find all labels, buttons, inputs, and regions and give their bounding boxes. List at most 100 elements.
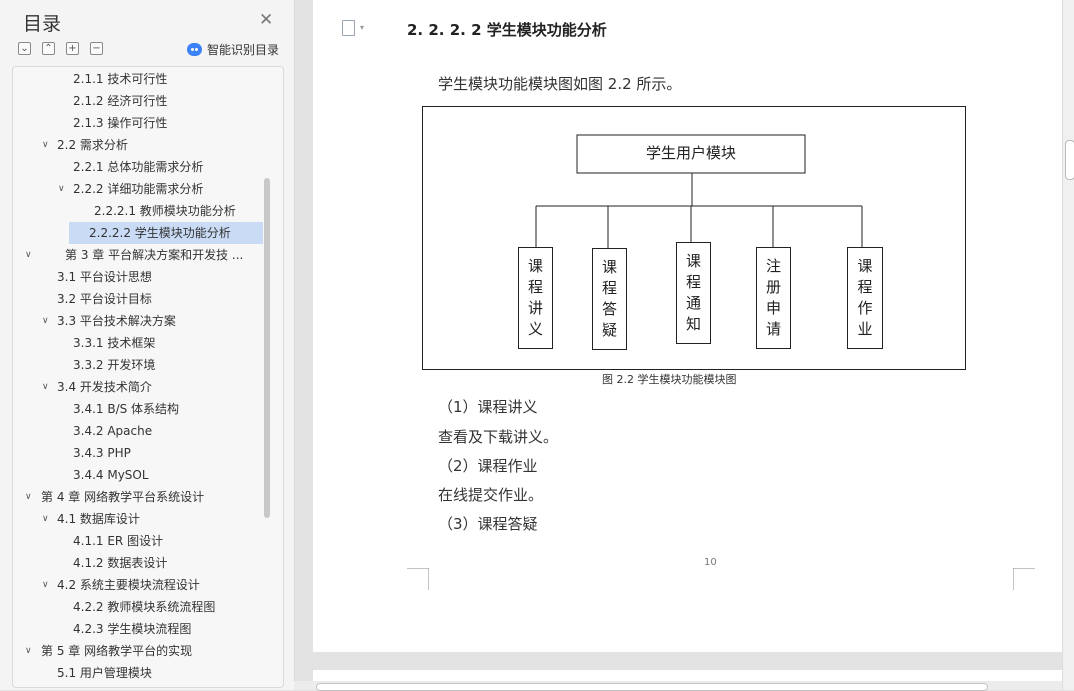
- toc-item[interactable]: 2.2.1 总体功能需求分析: [13, 156, 263, 178]
- module-box: 注册申请: [756, 247, 791, 349]
- toc-scrollbar[interactable]: [264, 178, 270, 518]
- module-label: 课程作业: [857, 257, 873, 338]
- toc-title: 目录: [23, 13, 62, 35]
- section-heading: 2. 2. 2. 2 学生模块功能分析: [407, 21, 607, 39]
- module-label: 课程答疑: [601, 258, 617, 339]
- toc-item[interactable]: 3.1 平台设计思想: [13, 266, 263, 288]
- toc-item-label: 5.1 用户管理模块: [57, 666, 152, 680]
- module-label: 注册申请: [765, 257, 781, 338]
- add-heading-icon[interactable]: +: [66, 42, 79, 55]
- toc-item-label: 第 5 章 网络教学平台的实现: [41, 644, 193, 658]
- toc-item[interactable]: ∨ 第 3 章 平台解决方案和开发技 ...: [13, 244, 263, 266]
- toc-item[interactable]: ∨ 2.2.2 详细功能需求分析: [13, 178, 263, 200]
- toc-item[interactable]: 5.1 用户管理模块: [13, 662, 263, 684]
- root-module-label: 学生用户模块: [645, 144, 736, 162]
- vertical-scrollbar[interactable]: [1062, 0, 1074, 690]
- chevron-down-icon[interactable]: ∨: [58, 178, 65, 200]
- chevron-down-icon[interactable]: ∨: [25, 640, 32, 662]
- toc-item-label: 2.2 需求分析: [57, 138, 128, 152]
- toc-item-label: 3.4.4 MySOL: [73, 468, 149, 482]
- module-box: 课程讲义: [518, 247, 553, 349]
- chevron-down-icon[interactable]: ∨: [42, 574, 49, 596]
- toc-item[interactable]: ∨ 4.1 数据库设计: [13, 508, 263, 530]
- toc-item[interactable]: 3.3.1 技术框架: [13, 332, 263, 354]
- body-line: 查看及下载讲义。: [438, 428, 559, 446]
- toc-item-label: 第 3 章 平台解决方案和开发技 ...: [65, 248, 244, 262]
- toc-item[interactable]: 4.1.2 数据表设计: [13, 552, 263, 574]
- chevron-down-icon[interactable]: ∨: [25, 486, 32, 508]
- toc-item[interactable]: 2.1.3 操作可行性: [13, 112, 263, 134]
- toc-item[interactable]: ∨ 2.2 需求分析: [13, 134, 263, 156]
- toc-item[interactable]: 4.2.2 教师模块系统流程图: [13, 596, 263, 618]
- toc-item-label: 3.4.1 B/S 体系结构: [73, 402, 180, 416]
- page-corner-mark: [1013, 568, 1035, 590]
- document-icon[interactable]: [342, 20, 355, 36]
- toc-item-label: 3.4.3 PHP: [73, 446, 131, 460]
- page-number: 10: [704, 557, 717, 568]
- module-box: 课程作业: [847, 247, 883, 349]
- toc-item[interactable]: 2.2.2.2 学生模块功能分析: [69, 222, 263, 244]
- figure-caption: 图 2.2 学生模块功能模块图: [602, 373, 737, 386]
- ai-assistant-icon: [187, 43, 202, 56]
- chevron-down-icon[interactable]: ∨: [42, 134, 49, 156]
- module-box: 课程通知: [676, 242, 711, 344]
- toc-item-label: 4.2.3 学生模块流程图: [73, 622, 192, 636]
- chevron-down-icon[interactable]: ∨: [25, 244, 32, 266]
- toc-item[interactable]: 2.1.1 技术可行性: [13, 68, 263, 90]
- page-corner-mark: [407, 568, 429, 590]
- intro-paragraph: 学生模块功能模块图如图 2.2 所示。: [438, 75, 682, 93]
- toc-item-label: 2.2.2.1 教师模块功能分析: [94, 204, 236, 218]
- toc-sidebar: 目录 ✕ ⌄ ⌃ + − 智能识别目录 2.1.1 技术可行性 2.1.2 经济可…: [0, 0, 295, 690]
- toc-item-label: 3.3.1 技术框架: [73, 336, 156, 350]
- toc-item[interactable]: ∨ 3.3 平台技术解决方案: [13, 310, 263, 332]
- chevron-down-icon[interactable]: ∨: [42, 376, 49, 398]
- toc-item-label: 2.2.2 详细功能需求分析: [73, 182, 204, 196]
- toc-item[interactable]: 3.4.2 Apache: [13, 420, 263, 442]
- toc-item[interactable]: 4.2.3 学生模块流程图: [13, 618, 263, 640]
- toc-item[interactable]: 2.1.2 经济可行性: [13, 90, 263, 112]
- toc-item-label: 3.4 开发技术简介: [57, 380, 152, 394]
- body-line: 在线提交作业。: [438, 486, 544, 504]
- toc-item[interactable]: 2.2.2.1 教师模块功能分析: [13, 200, 263, 222]
- body-line: （2）课程作业: [438, 457, 538, 475]
- remove-heading-icon[interactable]: −: [90, 42, 103, 55]
- toc-item[interactable]: 4.1.1 ER 图设计: [13, 530, 263, 552]
- module-label: 课程讲义: [527, 257, 543, 338]
- module-label: 课程通知: [685, 252, 701, 333]
- toc-item-label: 2.1.3 操作可行性: [73, 116, 168, 130]
- toc-item-label: 4.2 系统主要模块流程设计: [57, 578, 200, 592]
- toc-item-label: 4.2.2 教师模块系统流程图: [73, 600, 216, 614]
- smart-toc-label: 智能识别目录: [207, 43, 280, 57]
- toc-item-label: 4.1.2 数据表设计: [73, 556, 168, 570]
- toc-item[interactable]: 3.4.4 MySOL: [13, 464, 263, 486]
- toc-item[interactable]: ∨ 4.2 系统主要模块流程设计: [13, 574, 263, 596]
- toc-item[interactable]: 3.4.3 PHP: [13, 442, 263, 464]
- body-line: （3）课程答疑: [438, 515, 538, 533]
- chevron-down-icon[interactable]: ∨: [42, 310, 49, 332]
- toc-item-label: 2.2.2.2 学生模块功能分析: [89, 226, 231, 240]
- close-icon[interactable]: ✕: [259, 10, 273, 30]
- expand-all-icon[interactable]: ⌄: [18, 42, 31, 55]
- toc-item[interactable]: 3.4.1 B/S 体系结构: [13, 398, 263, 420]
- chevron-down-icon[interactable]: ▾: [360, 23, 364, 32]
- toc-item-label: 第 4 章 网络教学平台系统设计: [41, 490, 205, 504]
- toc-item[interactable]: ∨ 第 4 章 网络教学平台系统设计: [13, 486, 263, 508]
- toc-item-label: 2.1.2 经济可行性: [73, 94, 168, 108]
- module-box: 课程答疑: [592, 248, 627, 350]
- toc-item-label: 2.2.1 总体功能需求分析: [73, 160, 204, 174]
- toc-item-label: 3.4.2 Apache: [73, 424, 153, 438]
- collapse-all-icon[interactable]: ⌃: [42, 42, 55, 55]
- toc-list: 2.1.1 技术可行性 2.1.2 经济可行性 2.1.3 操作可行性 ∨ 2.2 需求…: [12, 66, 284, 688]
- toc-item-label: 2.1.1 技术可行性: [73, 72, 168, 86]
- toc-item[interactable]: ∨ 3.4 开发技术简介: [13, 376, 263, 398]
- toc-item-label: 3.2 平台设计目标: [57, 292, 152, 306]
- toc-item-label: 3.3 平台技术解决方案: [57, 314, 176, 328]
- toc-item[interactable]: 3.3.2 开发环境: [13, 354, 263, 376]
- smart-toc-button[interactable]: 智能识别目录: [187, 41, 279, 58]
- vertical-scroll-thumb[interactable]: [1065, 140, 1074, 180]
- toc-item[interactable]: 3.2 平台设计目标: [13, 288, 263, 310]
- toc-item-label: 3.1 平台设计思想: [57, 270, 152, 284]
- chevron-down-icon[interactable]: ∨: [42, 508, 49, 530]
- toc-item[interactable]: ∨ 第 5 章 网络教学平台的实现: [13, 640, 263, 662]
- toc-item-label: 4.1 数据库设计: [57, 512, 140, 526]
